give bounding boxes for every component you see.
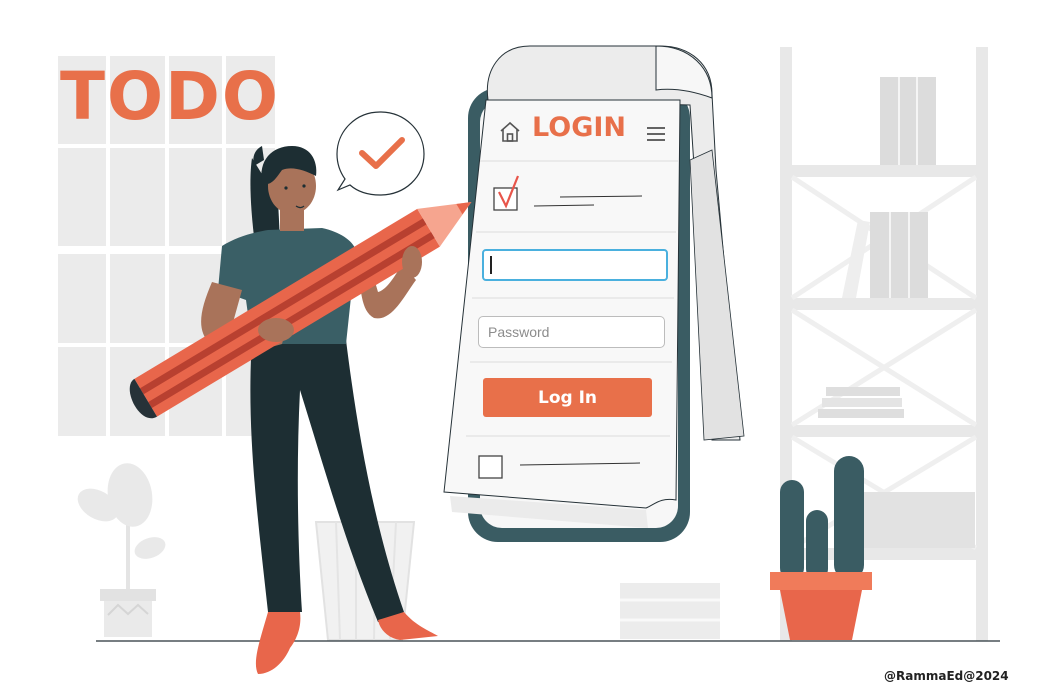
- login-button[interactable]: Log In: [483, 378, 652, 417]
- login-title: LOGIN: [532, 112, 626, 143]
- login-sheet: [443, 99, 681, 528]
- speech-bubble: [336, 111, 425, 196]
- cactus-plant: [770, 456, 872, 640]
- password-input[interactable]: [478, 316, 665, 348]
- credit-text: @RammaEd@2024: [884, 669, 1009, 683]
- paper-stack: [620, 583, 720, 639]
- text-caret: [490, 256, 492, 274]
- username-input[interactable]: [482, 249, 668, 281]
- unchecked-checkbox[interactable]: [478, 455, 503, 479]
- todo-title: TODO: [60, 58, 281, 135]
- background-plant: [77, 463, 166, 637]
